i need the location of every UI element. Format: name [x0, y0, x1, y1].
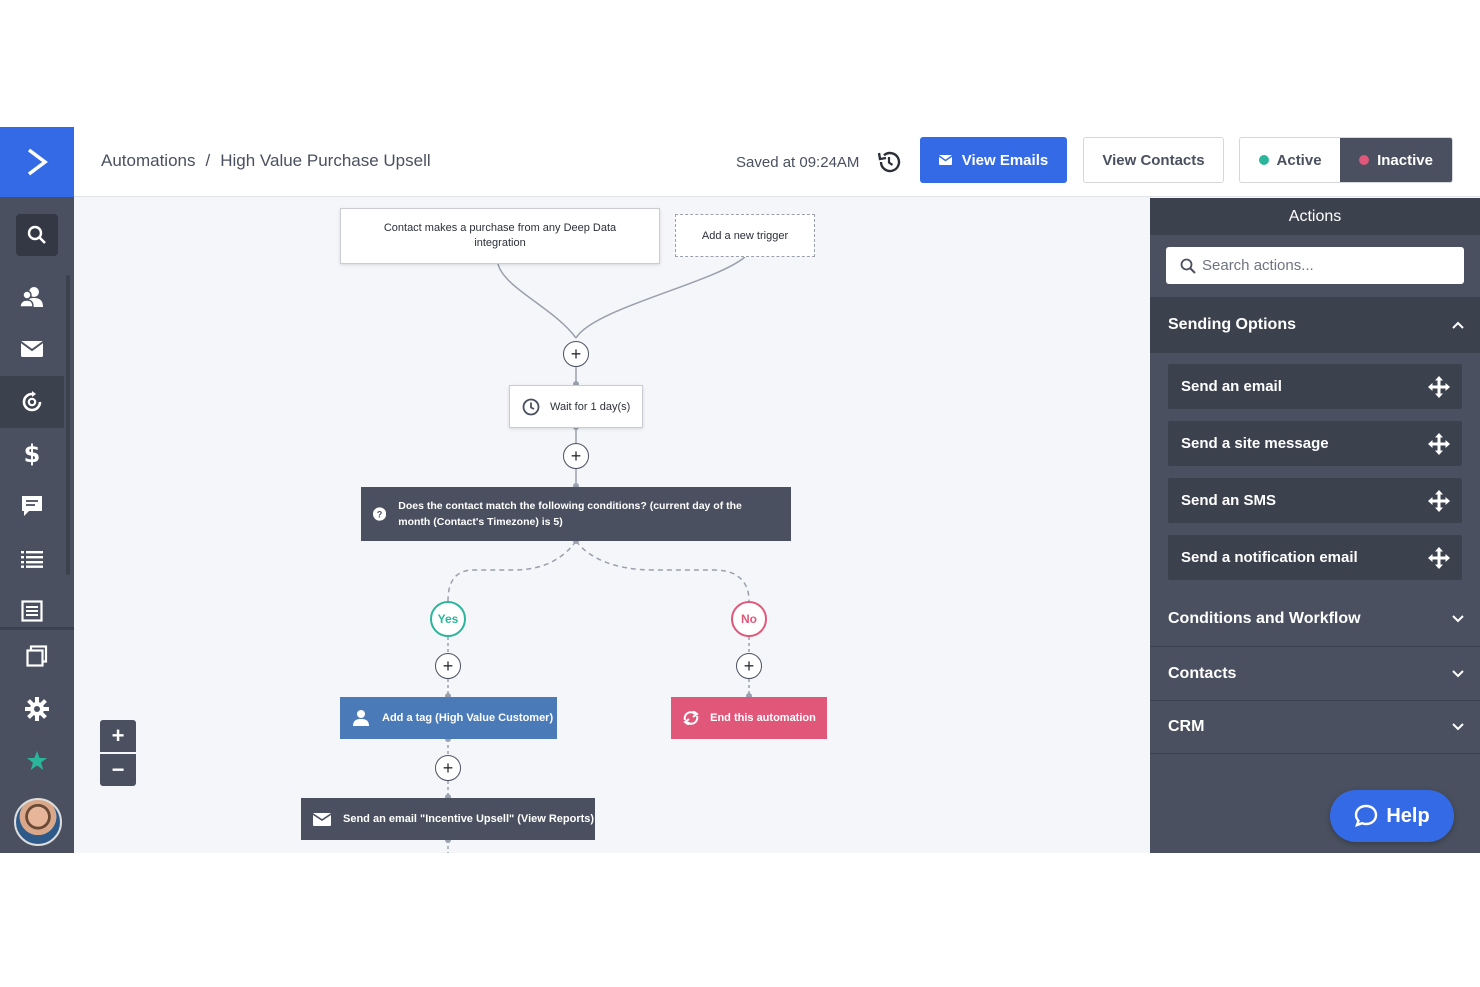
question-icon: ?: [373, 507, 387, 521]
send-email-node[interactable]: Send an email "Incentive Upsell" (View R…: [301, 798, 595, 840]
deals-icon[interactable]: $: [0, 428, 64, 480]
pages-icon[interactable]: [5, 630, 69, 682]
breadcrumb-separator: /: [205, 151, 211, 170]
add-trigger-label: Add a new trigger: [701, 229, 789, 242]
drag-move-icon[interactable]: [1428, 489, 1450, 512]
drag-move-icon[interactable]: [1428, 432, 1450, 455]
settings-icon[interactable]: [5, 683, 69, 735]
add-step-button[interactable]: +: [563, 443, 589, 469]
end-loop-icon: [683, 711, 699, 725]
action-label: Send a site message: [1181, 435, 1329, 452]
add-tag-node[interactable]: Add a tag (High Value Customer): [340, 697, 557, 739]
trigger-label: Contact makes a purchase from any Deep D…: [383, 222, 617, 249]
workflow-canvas[interactable]: Contact makes a purchase from any Deep D…: [74, 198, 1150, 853]
email-icon: [938, 155, 952, 165]
action-send-email[interactable]: Send an email: [1168, 364, 1462, 409]
history-icon[interactable]: [876, 149, 902, 175]
send-email-label: Send an email "Incentive Upsell" (View R…: [343, 813, 595, 825]
help-label: Help: [1386, 804, 1430, 827]
inactive-dot-icon: [1359, 155, 1370, 165]
breadcrumb-root[interactable]: Automations: [101, 151, 196, 171]
action-label: Send an SMS: [1181, 492, 1277, 509]
action-label: Send a notification email: [1181, 549, 1358, 566]
email-icon: [313, 812, 331, 826]
status-active-option[interactable]: Active: [1240, 138, 1341, 182]
zoom-in-button[interactable]: +: [100, 720, 136, 752]
avatar[interactable]: [14, 798, 62, 846]
condition-node[interactable]: ? Does the contact match the following c…: [361, 487, 791, 541]
actions-search-box: [1166, 247, 1464, 284]
email-icon[interactable]: [0, 323, 64, 375]
actions-panel-title: Actions: [1150, 198, 1480, 235]
user-icon: [353, 710, 369, 726]
svg-text:?: ?: [377, 509, 382, 519]
search-icon: [1180, 258, 1196, 274]
left-nav: $: [0, 127, 74, 853]
status-toggle: Active Inactive: [1239, 137, 1453, 183]
conversations-icon[interactable]: [0, 480, 64, 532]
section-contacts[interactable]: Contacts: [1150, 646, 1480, 700]
breadcrumb-current: High Value Purchase Upsell: [220, 151, 431, 170]
lists-icon[interactable]: [0, 533, 64, 585]
end-automation-node[interactable]: End this automation: [671, 697, 827, 739]
add-step-button[interactable]: +: [736, 653, 762, 679]
active-dot-icon: [1258, 155, 1269, 165]
app-window: $ Automations / High Value Purchase Upse…: [0, 127, 1480, 853]
status-inactive-option[interactable]: Inactive: [1340, 138, 1452, 182]
action-send-sms[interactable]: Send an SMS: [1168, 478, 1462, 523]
section-label: Conditions and Workflow: [1168, 610, 1361, 627]
star-icon[interactable]: [5, 735, 69, 787]
view-contacts-button[interactable]: View Contacts: [1083, 137, 1224, 183]
end-automation-label: End this automation: [710, 712, 816, 724]
chevron-down-icon: [1452, 669, 1464, 677]
view-contacts-label: View Contacts: [1102, 151, 1205, 169]
search-icon[interactable]: [16, 214, 58, 256]
action-label: Send an email: [1181, 378, 1282, 395]
drag-move-icon[interactable]: [1428, 546, 1450, 569]
add-step-button[interactable]: +: [435, 755, 461, 781]
view-emails-label: View Emails: [961, 151, 1049, 169]
chevron-down-icon: [1452, 723, 1464, 731]
saved-status: Saved at 09:24AM: [736, 154, 860, 171]
logo-icon[interactable]: [0, 127, 74, 197]
trigger-node[interactable]: Contact makes a purchase from any Deep D…: [340, 208, 660, 264]
wait-label: Wait for 1 day(s): [550, 400, 631, 413]
clock-icon: [522, 398, 540, 415]
section-sending-options-label: Sending Options: [1168, 316, 1296, 333]
status-inactive-label: Inactive: [1377, 151, 1433, 169]
wait-node[interactable]: Wait for 1 day(s): [509, 385, 643, 428]
zoom-out-button[interactable]: −: [100, 754, 136, 786]
chevron-down-icon: [1452, 615, 1464, 623]
action-send-site-message[interactable]: Send a site message: [1168, 421, 1462, 466]
condition-label: Does the contact match the following con…: [398, 500, 742, 528]
actions-search-wrap: [1150, 235, 1480, 297]
top-header: Automations / High Value Purchase Upsell…: [74, 127, 1480, 197]
add-tag-label: Add a tag (High Value Customer): [382, 712, 554, 724]
drag-move-icon[interactable]: [1428, 375, 1450, 398]
add-trigger-button[interactable]: Add a new trigger: [675, 214, 815, 257]
breadcrumb: Automations / High Value Purchase Upsell: [101, 151, 431, 171]
nav-scrollbar[interactable]: [66, 275, 70, 575]
actions-search-input[interactable]: [1202, 257, 1452, 274]
view-emails-button[interactable]: View Emails: [920, 137, 1067, 183]
contacts-icon[interactable]: [0, 271, 64, 323]
yes-branch-badge: Yes: [430, 601, 466, 637]
automations-icon[interactable]: [0, 376, 64, 428]
status-active-label: Active: [1276, 151, 1322, 169]
add-step-button[interactable]: +: [563, 341, 589, 367]
chevron-up-icon: [1452, 321, 1464, 329]
chat-bubble-icon: [1355, 804, 1378, 827]
section-conditions-workflow[interactable]: Conditions and Workflow: [1150, 592, 1480, 646]
section-label: CRM: [1168, 718, 1205, 735]
section-sending-options[interactable]: Sending Options: [1150, 297, 1480, 353]
help-button[interactable]: Help: [1330, 790, 1454, 842]
action-send-notification-email[interactable]: Send a notification email: [1168, 535, 1462, 580]
add-step-button[interactable]: +: [435, 653, 461, 679]
section-label: Contacts: [1168, 664, 1237, 682]
no-branch-badge: No: [731, 601, 767, 637]
section-crm[interactable]: CRM: [1150, 700, 1480, 754]
actions-panel: Actions Sending Options Send an email Se…: [1150, 198, 1480, 853]
